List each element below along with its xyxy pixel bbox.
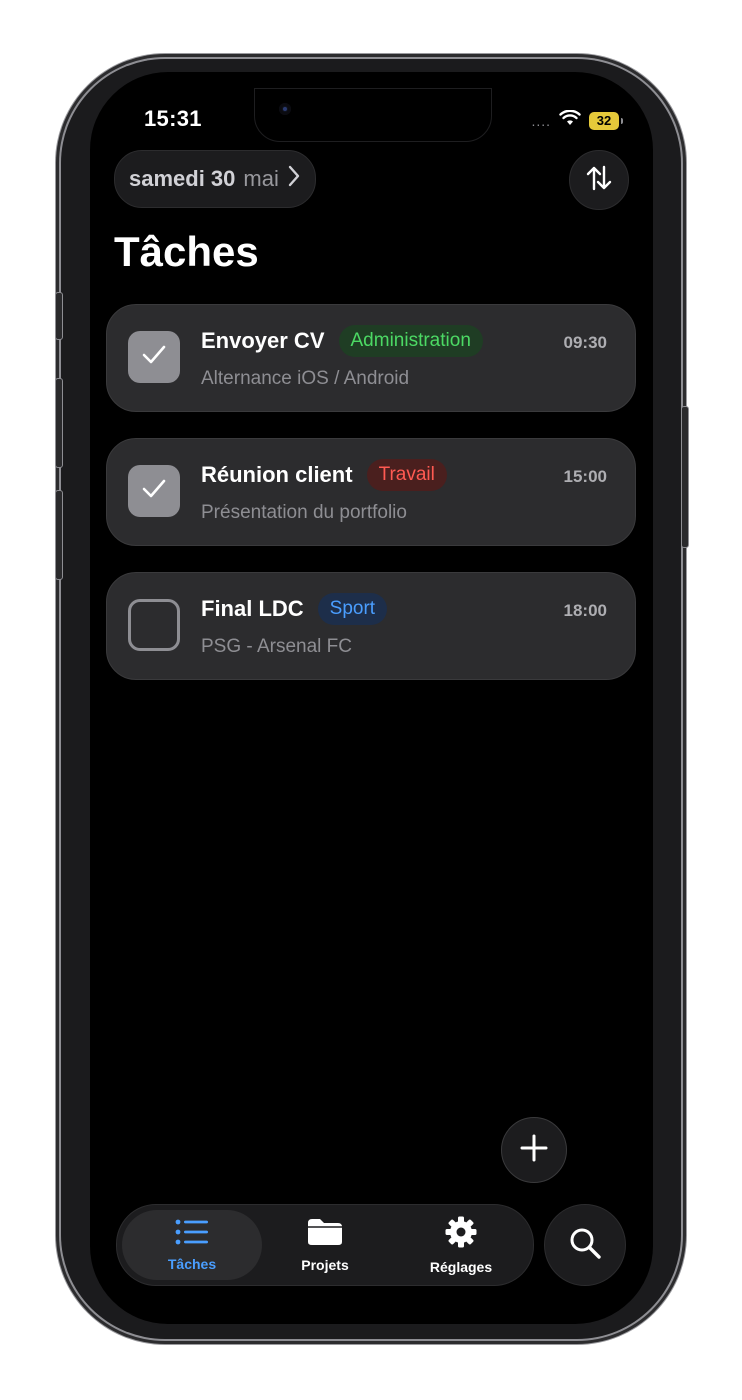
power-button: [681, 406, 689, 548]
list-icon: [175, 1219, 209, 1250]
plus-icon: [519, 1133, 549, 1168]
sort-icon: [584, 163, 614, 198]
status-time: 15:31: [144, 106, 202, 131]
task-title: Final LDC: [201, 596, 304, 621]
task-checkbox[interactable]: [128, 331, 180, 383]
task-title: Réunion client: [201, 462, 353, 487]
tab-bar: Tâches Projets Réglages: [116, 1204, 534, 1286]
task-checkbox[interactable]: [128, 465, 180, 517]
gear-icon: [445, 1216, 477, 1253]
search-button[interactable]: [544, 1204, 626, 1286]
task-subtitle: Alternance iOS / Android: [201, 368, 410, 389]
tab-projects-label: Projets: [301, 1256, 349, 1273]
search-icon: [568, 1226, 602, 1265]
signal-dots: ....: [531, 112, 551, 129]
task-tag: Sport: [317, 593, 388, 625]
task-time: 18:00: [563, 601, 607, 620]
volume-up-button: [55, 378, 63, 468]
date-month: mai: [243, 166, 279, 191]
task-subtitle: PSG - Arsenal FC: [201, 636, 352, 657]
task-card[interactable]: Final LDC Sport PSG - Arsenal FC 18:00: [106, 572, 636, 680]
task-time: 15:00: [563, 467, 607, 486]
task-card[interactable]: Envoyer CV Administration Alternance iOS…: [106, 304, 636, 412]
tab-tasks[interactable]: Tâches: [122, 1210, 262, 1280]
battery-indicator: 32: [589, 111, 623, 130]
date-selector[interactable]: samedi 30 mai: [114, 150, 316, 208]
chevron-right-icon: [287, 164, 301, 194]
task-title-row: Envoyer CV Administration: [201, 325, 483, 357]
tab-projects[interactable]: Projets: [285, 1210, 365, 1280]
task-title: Envoyer CV: [201, 328, 325, 353]
checkmark-icon: [141, 344, 167, 371]
task-card[interactable]: Réunion client Travail Présentation du p…: [106, 438, 636, 546]
task-subtitle: Présentation du portfolio: [201, 502, 407, 523]
status-indicators: .... 32: [531, 109, 623, 131]
action-button: [55, 292, 63, 340]
page-title: Tâches: [114, 228, 259, 275]
tab-settings[interactable]: Réglages: [413, 1210, 509, 1280]
tab-tasks-label: Tâches: [167, 1255, 217, 1272]
checkmark-icon: [141, 478, 167, 505]
screen: 15:31 .... 32 samedi 30 mai Tâches Envoy…: [90, 72, 653, 1324]
wifi-icon: [559, 109, 581, 131]
task-checkbox[interactable]: [128, 599, 180, 651]
tab-settings-label: Réglages: [429, 1258, 493, 1275]
date-day: samedi 30: [129, 166, 236, 191]
task-time: 09:30: [563, 333, 607, 352]
add-task-button[interactable]: [501, 1117, 567, 1183]
camera-icon: [279, 103, 291, 115]
task-tag: Travail: [366, 459, 447, 491]
task-title-row: Réunion client Travail: [201, 459, 447, 491]
task-tag: Administration: [338, 325, 483, 357]
sort-button[interactable]: [569, 150, 629, 210]
task-title-row: Final LDC Sport: [201, 593, 388, 625]
volume-down-button: [55, 490, 63, 580]
folder-icon: [307, 1218, 343, 1251]
dynamic-island: [254, 88, 492, 142]
